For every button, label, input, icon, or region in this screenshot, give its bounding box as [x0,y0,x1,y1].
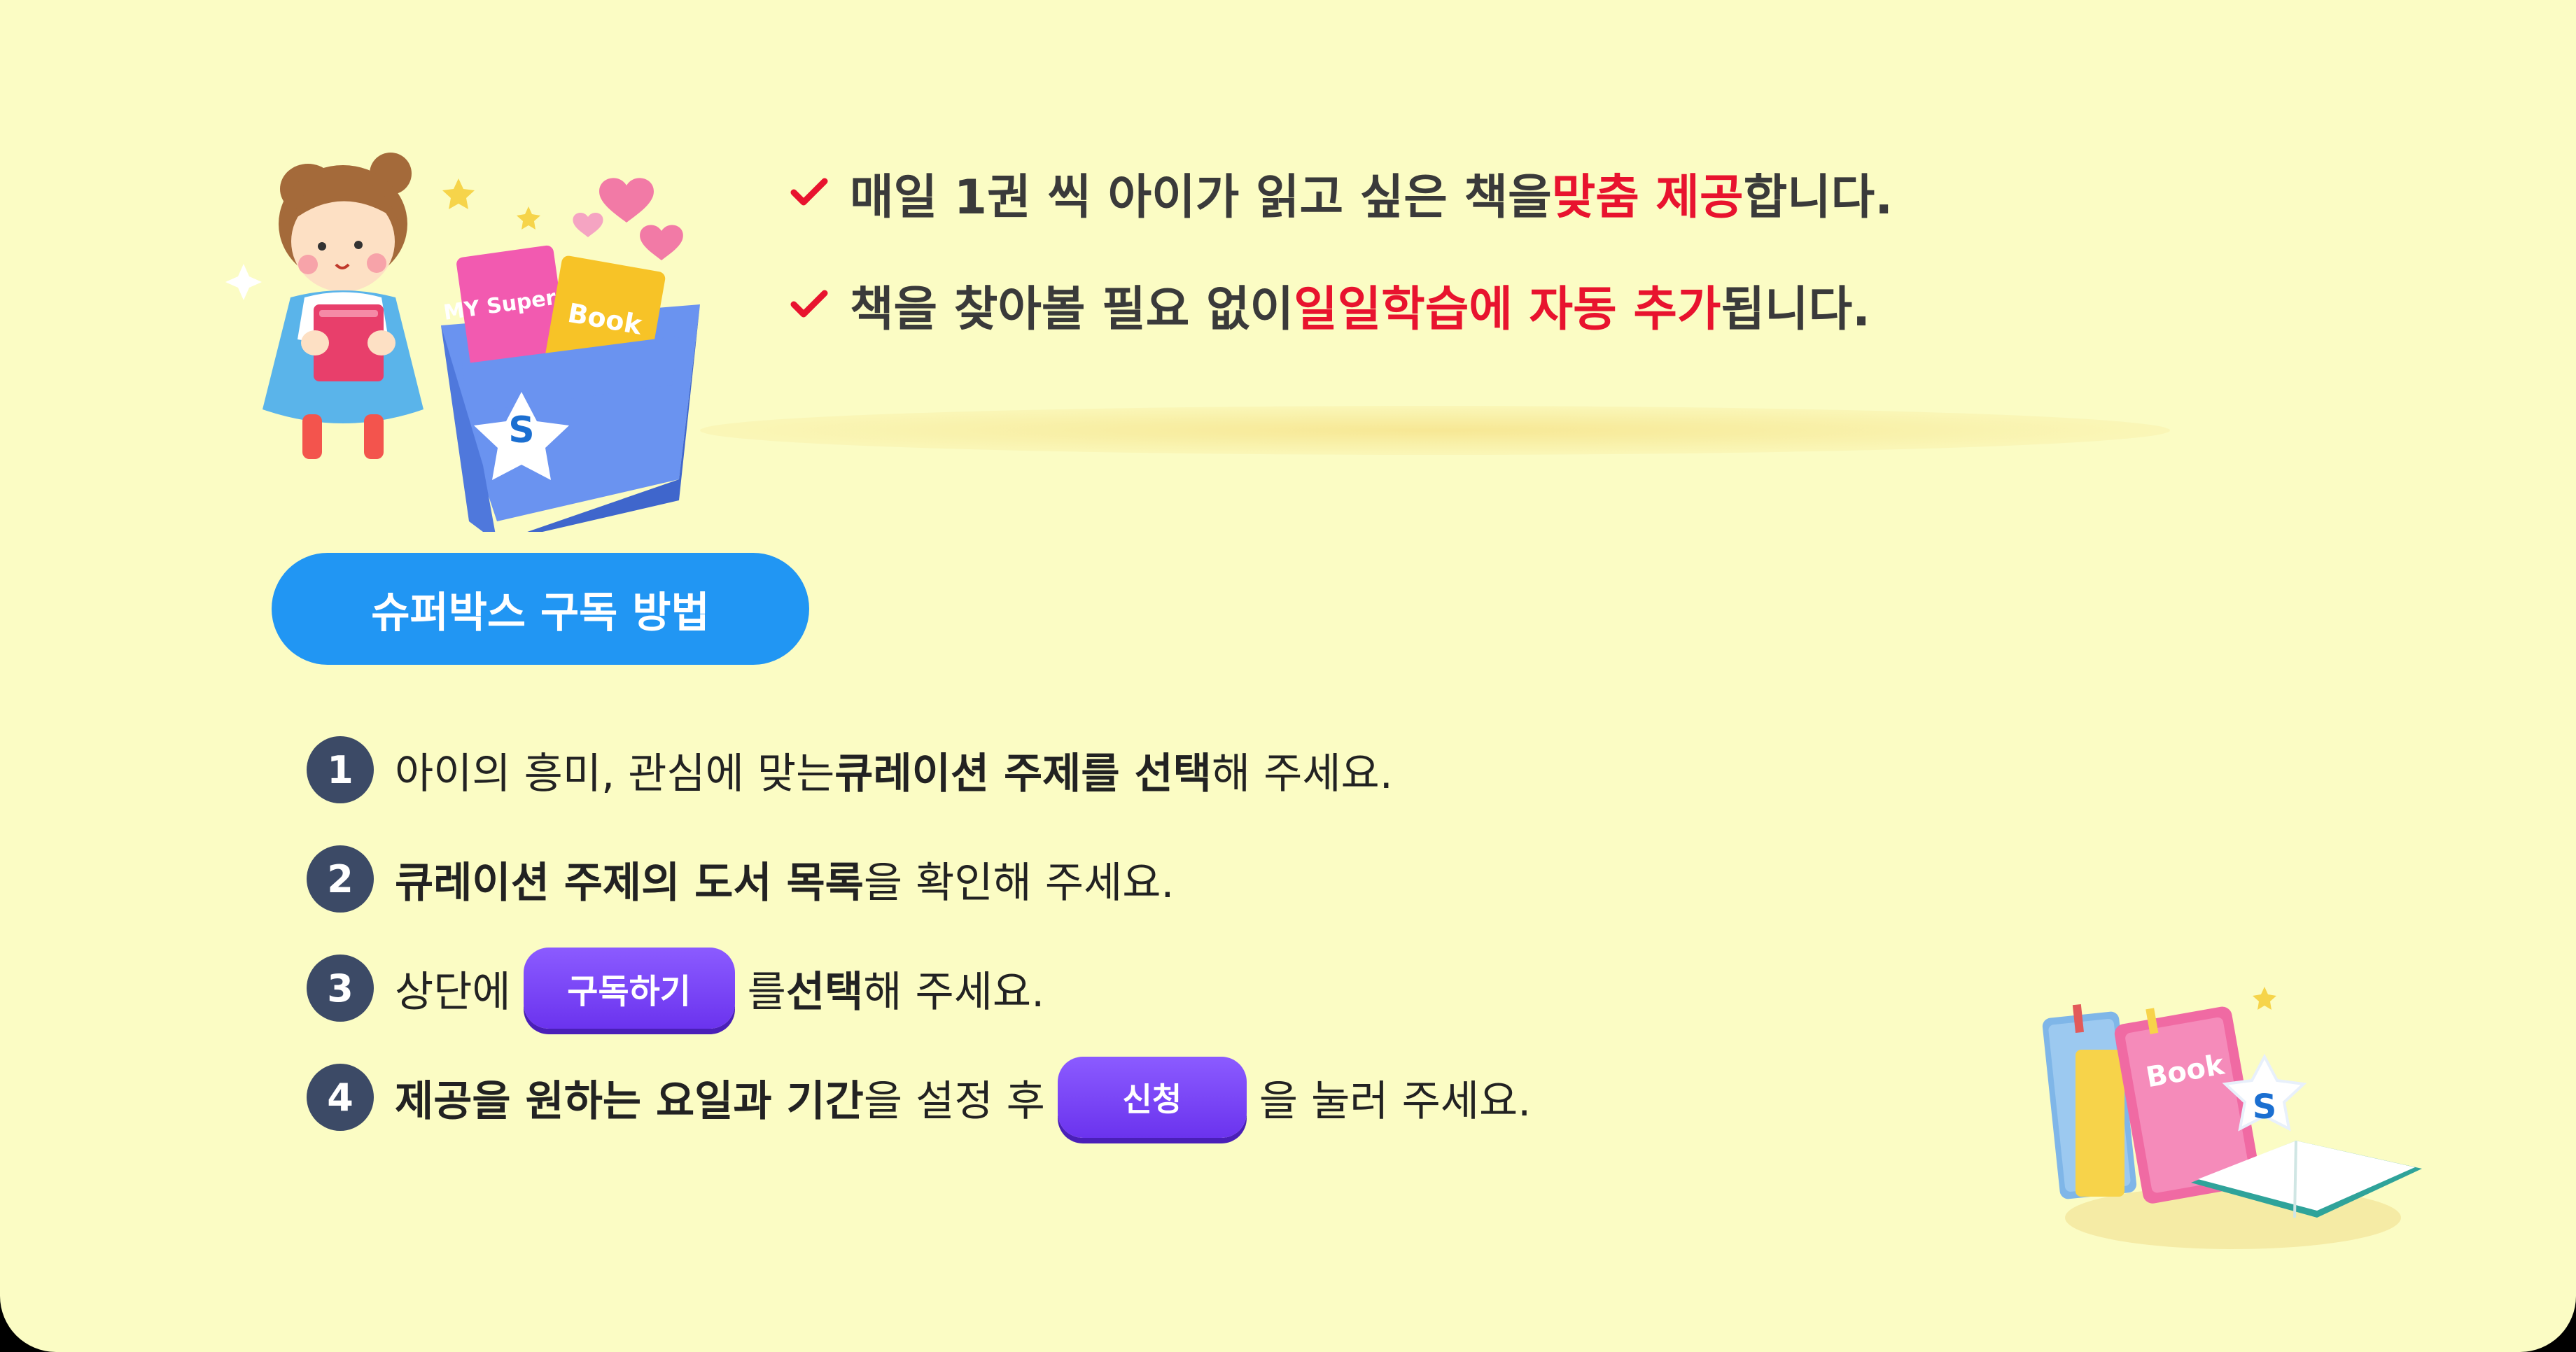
star-icon [2253,987,2276,1010]
step-text: 을 눌러 주세요. [1259,1076,1532,1126]
benefits-list: 매일 1권 씩 아이가 읽고 싶은 책을 맞춤 제공 합니다. 책을 찾아볼 필… [784,157,1893,381]
step-text-bold: 큐레이션 주제의 도서 목록 [395,858,864,908]
book-stack-illustration: Book S [2042,987,2422,1249]
howto-title: 슈퍼박스 구독 방법 [371,588,710,638]
star-icon [442,178,475,209]
heart-icon [599,178,654,223]
step-number-badge: 4 [307,1064,374,1131]
steps-list: 1 아이의 흥미, 관심에 맞는 큐레이션 주제를 선택 해 주세요. 2 큐레… [307,728,1531,1164]
step-text: 상단에 [395,967,511,1017]
step-text: 아이의 흥미, 관심에 맞는 [395,749,835,798]
step-text: 을 확인해 주세요. [863,858,1175,908]
step-text-bold: 제공을 원하는 요일과 기간 [395,1076,864,1126]
step-text: 해 주세요. [1211,749,1393,798]
step-text-bold: 큐레이션 주제를 선택 [834,749,1212,798]
heart-icon [640,225,683,260]
step-item: 2 큐레이션 주제의 도서 목록 을 확인해 주세요. [307,837,1531,921]
benefit-text: 합니다. [1743,169,1893,225]
check-icon [790,178,828,206]
benefit-highlight: 일일학습에 자동 추가 [1294,281,1721,337]
step-number-badge: 3 [307,955,374,1022]
howto-title-pill: 슈퍼박스 구독 방법 [272,553,809,665]
benefit-text: 매일 1권 씩 아이가 읽고 싶은 책을 [850,169,1552,225]
heart-icon [573,213,603,237]
subscribe-button[interactable]: 구독하기 [523,948,735,1029]
apply-button[interactable]: 신청 [1057,1057,1247,1138]
benefit-item: 책을 찾아볼 필요 없이 일일학습에 자동 추가 됩니다. [784,269,1893,339]
benefit-highlight: 맞춤 제공 [1551,169,1744,225]
subscription-panel: MY Super V Book S 매일 1권 씩 아이가 읽고 싶은 책을 맞… [0,0,2576,1352]
step-number-badge: 1 [307,736,374,803]
step-text: 를 [747,967,786,1017]
emblem-s: S [2253,1087,2277,1127]
step-text: 을 설정 후 [863,1076,1045,1126]
benefit-item: 매일 1권 씩 아이가 읽고 싶은 책을 맞춤 제공 합니다. [784,157,1893,227]
girl-with-book-box-illustration: MY Super V Book S [225,153,700,532]
star-icon [517,206,540,230]
step-item: 3 상단에 구독하기 를 선택 해 주세요. [307,946,1531,1030]
step-text: 해 주세요. [863,967,1045,1017]
header-glow [700,406,2170,455]
check-icon [790,290,828,318]
sparkle-icon [225,264,262,300]
emblem-s: S [508,409,534,451]
benefit-text: 책을 찾아볼 필요 없이 [850,281,1294,337]
benefit-text: 됩니다. [1721,281,1870,337]
step-number-badge: 2 [307,845,374,913]
step-text-bold: 선택 [785,967,864,1017]
step-item: 1 아이의 흥미, 관심에 맞는 큐레이션 주제를 선택 해 주세요. [307,728,1531,812]
step-item: 4 제공을 원하는 요일과 기간 을 설정 후 신청 을 눌러 주세요. [307,1055,1531,1139]
